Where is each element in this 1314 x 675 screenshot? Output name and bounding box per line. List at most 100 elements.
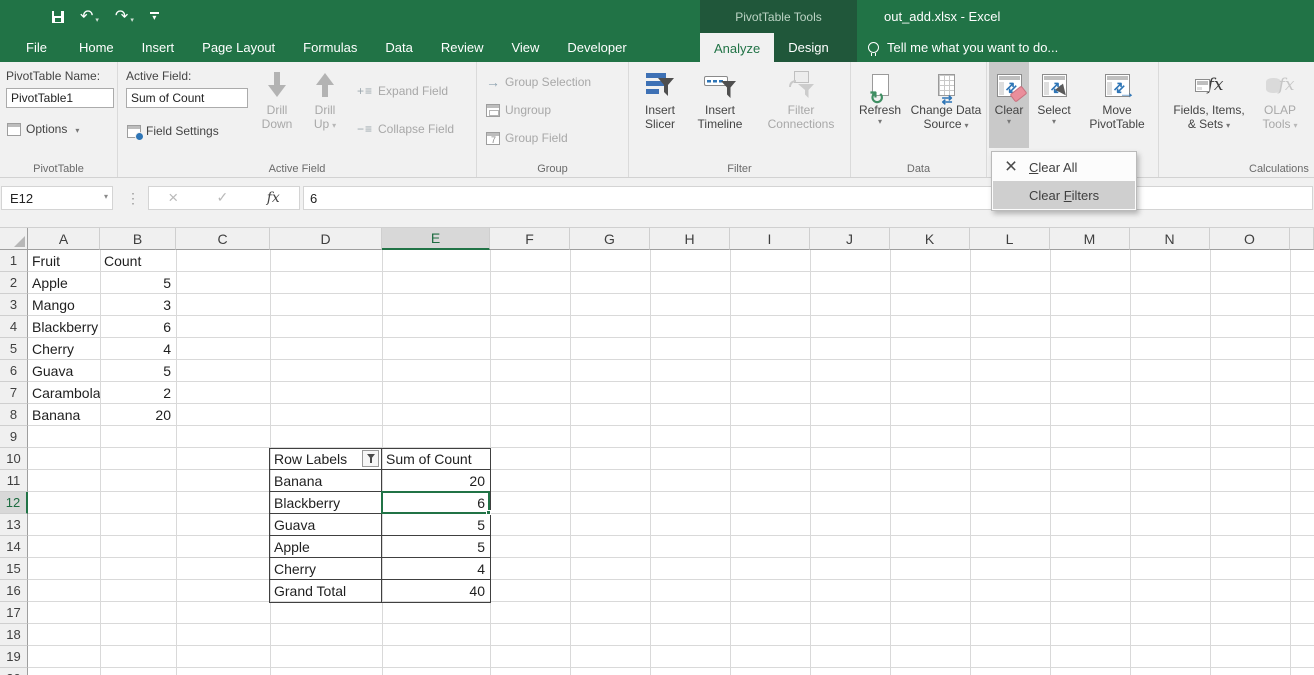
undo-dropdown-arrow[interactable]: ▾ xyxy=(95,16,99,26)
tab-formulas[interactable]: Formulas xyxy=(289,33,371,62)
tab-view[interactable]: View xyxy=(497,33,553,62)
cell-E14[interactable]: 5 xyxy=(382,536,490,558)
row-header-3[interactable]: 3 xyxy=(0,294,28,316)
clear-button[interactable]: Clear ▾ xyxy=(989,62,1029,148)
cell-E13[interactable]: 5 xyxy=(382,514,490,536)
redo-button[interactable]: ▾ xyxy=(115,8,134,26)
cell-A2[interactable]: Apple xyxy=(28,272,100,294)
cell-A3[interactable]: Mango xyxy=(28,294,100,316)
row-header-13[interactable]: 13 xyxy=(0,514,28,536)
select-all-corner[interactable] xyxy=(0,228,28,250)
options-button[interactable]: Options xyxy=(4,118,82,140)
cell-B3[interactable]: 3 xyxy=(100,294,176,316)
cell-D12[interactable]: Blackberry xyxy=(270,492,382,514)
column-header-A[interactable]: A xyxy=(28,228,100,250)
column-header-C[interactable]: C xyxy=(176,228,270,250)
cell-D13[interactable]: Guava xyxy=(270,514,382,536)
column-header-N[interactable]: N xyxy=(1130,228,1210,250)
column-header-G[interactable]: G xyxy=(570,228,650,250)
column-header-B[interactable]: B xyxy=(100,228,176,250)
row-header-6[interactable]: 6 xyxy=(0,360,28,382)
row-header-20[interactable]: 20 xyxy=(0,668,28,675)
row-header-19[interactable]: 19 xyxy=(0,646,28,668)
save-button[interactable] xyxy=(52,11,64,23)
cell-A4[interactable]: Blackberry xyxy=(28,316,100,338)
move-pivottable-button[interactable]: Move PivotTable xyxy=(1079,62,1155,148)
row-header-15[interactable]: 15 xyxy=(0,558,28,580)
tab-data[interactable]: Data xyxy=(371,33,426,62)
column-header-H[interactable]: H xyxy=(650,228,730,250)
cell-B1[interactable]: Count xyxy=(100,250,176,272)
row-header-12[interactable]: 12 xyxy=(0,492,28,514)
cell-D16[interactable]: Grand Total xyxy=(270,580,382,602)
fill-handle[interactable] xyxy=(486,510,491,515)
cancel-icon[interactable] xyxy=(168,188,178,208)
row-header-17[interactable]: 17 xyxy=(0,602,28,624)
row-header-9[interactable]: 9 xyxy=(0,426,28,448)
row-header-4[interactable]: 4 xyxy=(0,316,28,338)
cell-B2[interactable]: 5 xyxy=(100,272,176,294)
insert-function-icon[interactable] xyxy=(267,189,280,207)
column-header-P[interactable] xyxy=(1290,228,1314,250)
redo-dropdown-arrow[interactable]: ▾ xyxy=(130,16,134,26)
row-header-1[interactable]: 1 xyxy=(0,250,28,272)
cell-D15[interactable]: Cherry xyxy=(270,558,382,580)
collapse-field-button[interactable]: Collapse Field xyxy=(354,118,457,140)
insert-timeline-button[interactable]: Insert Timeline xyxy=(687,62,753,148)
column-header-J[interactable]: J xyxy=(810,228,890,250)
formula-input[interactable]: 6 xyxy=(303,186,1313,210)
filter-connections-button[interactable]: Filter Connections xyxy=(755,62,847,148)
cell-A5[interactable]: Cherry xyxy=(28,338,100,360)
cell-E10[interactable]: Sum of Count xyxy=(382,448,490,470)
enter-icon[interactable] xyxy=(217,189,229,207)
tab-design[interactable]: Design xyxy=(774,33,842,62)
olap-tools-button[interactable]: OLAP Tools xyxy=(1253,62,1307,148)
column-header-I[interactable]: I xyxy=(730,228,810,250)
cell-D11[interactable]: Banana xyxy=(270,470,382,492)
drill-down-button[interactable]: Drill Down xyxy=(254,62,300,148)
menu-item-clear-filters[interactable]: Clear Filters xyxy=(993,181,1135,209)
active-field-input[interactable]: Sum of Count xyxy=(126,88,248,108)
row-header-10[interactable]: 10 xyxy=(0,448,28,470)
change-data-source-button[interactable]: Change Data Source xyxy=(907,62,985,148)
tab-file[interactable]: File xyxy=(8,33,65,62)
insert-slicer-button[interactable]: Insert Slicer xyxy=(635,62,685,148)
customize-qat-button[interactable] xyxy=(150,12,159,21)
column-header-E[interactable]: E xyxy=(382,228,490,250)
cell-A7[interactable]: Carambola xyxy=(28,382,100,404)
row-header-8[interactable]: 8 xyxy=(0,404,28,426)
row-header-2[interactable]: 2 xyxy=(0,272,28,294)
cell-B6[interactable]: 5 xyxy=(100,360,176,382)
expand-field-button[interactable]: Expand Field xyxy=(354,80,451,102)
tab-insert[interactable]: Insert xyxy=(128,33,189,62)
name-box[interactable]: E12 xyxy=(1,186,113,210)
cell-A6[interactable]: Guava xyxy=(28,360,100,382)
column-header-D[interactable]: D xyxy=(270,228,382,250)
column-header-L[interactable]: L xyxy=(970,228,1050,250)
select-button[interactable]: Select ▾ xyxy=(1031,62,1077,148)
tab-page-layout[interactable]: Page Layout xyxy=(188,33,289,62)
row-header-7[interactable]: 7 xyxy=(0,382,28,404)
pivottable-name-input[interactable]: PivotTable1 xyxy=(6,88,114,108)
column-header-F[interactable]: F xyxy=(490,228,570,250)
group-selection-button[interactable]: Group Selection xyxy=(483,71,594,93)
tab-home[interactable]: Home xyxy=(65,33,128,62)
cell-A8[interactable]: Banana xyxy=(28,404,100,426)
tab-developer[interactable]: Developer xyxy=(553,33,640,62)
cell-E16[interactable]: 40 xyxy=(382,580,490,602)
field-settings-button[interactable]: Field Settings xyxy=(124,120,222,142)
refresh-button[interactable]: Refresh ▾ xyxy=(855,62,905,148)
cell-E12[interactable]: 6 xyxy=(382,492,490,514)
group-field-button[interactable]: Group Field xyxy=(483,127,571,149)
cell-B8[interactable]: 20 xyxy=(100,404,176,426)
cell-A1[interactable]: Fruit xyxy=(28,250,100,272)
column-header-M[interactable]: M xyxy=(1050,228,1130,250)
tell-me-box[interactable]: Tell me what you want to do... xyxy=(868,33,1058,62)
tab-analyze[interactable]: Analyze xyxy=(700,33,774,64)
name-box-dropdown-arrow[interactable] xyxy=(104,192,108,201)
ungroup-button[interactable]: Ungroup xyxy=(483,99,554,121)
row-header-14[interactable]: 14 xyxy=(0,536,28,558)
cell-B5[interactable]: 4 xyxy=(100,338,176,360)
cell-E15[interactable]: 4 xyxy=(382,558,490,580)
fields-items-sets-button[interactable]: Fields, Items, & Sets xyxy=(1167,62,1251,148)
